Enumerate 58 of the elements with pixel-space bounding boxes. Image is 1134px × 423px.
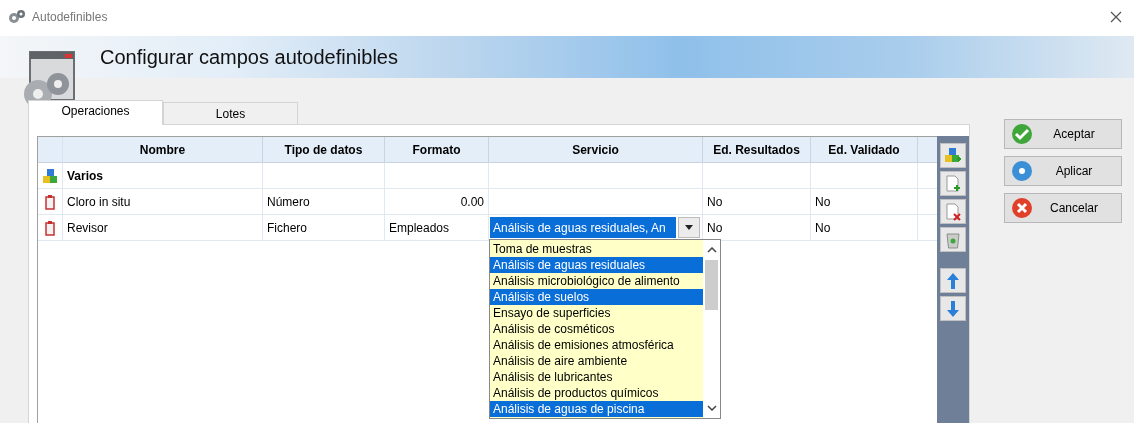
column-header: Servicio	[489, 137, 703, 162]
column-header: Nombre	[63, 137, 263, 162]
dropdown-option[interactable]: Análisis de aguas residuales	[490, 257, 703, 273]
column-header: Tipo de datos	[263, 137, 385, 162]
column-header: Ed. Resultados	[703, 137, 811, 162]
scroll-up-icon[interactable]	[706, 247, 717, 253]
gears-icon	[8, 9, 26, 25]
add-group-button[interactable]	[940, 143, 967, 168]
dropdown-option[interactable]: Análisis de lubricantes	[490, 369, 703, 385]
cubes-plus-icon	[944, 146, 963, 165]
dropdown-option[interactable]: Análisis de emisiones atmosférica	[490, 337, 703, 353]
table-cell: Número	[263, 189, 385, 214]
close-icon[interactable]	[1110, 11, 1122, 23]
window-title: Autodefinibles	[32, 10, 108, 24]
trash-button[interactable]	[940, 227, 967, 252]
disc-icon	[1011, 160, 1033, 182]
apply-button[interactable]: Aplicar	[1004, 156, 1122, 186]
document-x-icon	[945, 202, 962, 221]
cancel-icon	[1011, 197, 1033, 219]
scroll-thumb[interactable]	[705, 260, 718, 310]
group-name: Varios	[63, 163, 263, 188]
dropdown-option[interactable]: Análisis microbiológico de alimento	[490, 273, 703, 289]
dropdown-option[interactable]: Análisis de productos químicos	[490, 385, 703, 401]
tab[interactable]: Lotes	[163, 102, 298, 124]
scrollbar[interactable]	[703, 240, 720, 418]
table-cell: Empleados	[385, 215, 489, 240]
cubes-icon	[42, 167, 58, 184]
move-down-button[interactable]	[940, 296, 967, 321]
dropdown-option[interactable]: Ensayo de superficies	[490, 305, 703, 321]
check-icon	[1011, 123, 1033, 145]
table-cell: No	[811, 189, 918, 214]
dropdown-option[interactable]: Análisis de aire ambiente	[490, 353, 703, 369]
document-plus-icon	[945, 174, 962, 193]
scroll-down-icon[interactable]	[706, 405, 717, 411]
dropdown-option[interactable]: Análisis de aguas de piscina	[490, 401, 703, 417]
dropdown-option[interactable]: Toma de muestras	[490, 241, 703, 257]
move-up-button[interactable]	[940, 268, 967, 293]
table-cell: No	[703, 189, 811, 214]
table-cell: Fichero	[263, 215, 385, 240]
accept-button[interactable]: Aceptar	[1004, 119, 1122, 149]
dropdown-option[interactable]: Análisis de suelos	[490, 289, 703, 305]
table-cell: No	[811, 215, 918, 240]
column-header: Formato	[385, 137, 489, 162]
down-arrow-icon	[946, 299, 961, 318]
table-cell: Cloro in situ	[63, 189, 263, 214]
table-cell: Revisor	[63, 215, 263, 240]
caret-icon	[685, 225, 693, 230]
cancel-button[interactable]: Cancelar	[1004, 193, 1122, 223]
delete-field-button[interactable]	[940, 199, 967, 224]
column-header: Ed. Validado	[811, 137, 918, 162]
add-field-button[interactable]	[940, 171, 967, 196]
trash-icon	[946, 230, 961, 249]
dropdown-option[interactable]: Análisis de cosméticos	[490, 321, 703, 337]
header-title: Configurar campos autodefinibles	[100, 45, 398, 69]
tab[interactable]: Operaciones	[28, 100, 163, 125]
table-cell: 0.00	[385, 189, 489, 214]
table-cell: No	[703, 215, 811, 240]
up-arrow-icon	[946, 271, 961, 290]
